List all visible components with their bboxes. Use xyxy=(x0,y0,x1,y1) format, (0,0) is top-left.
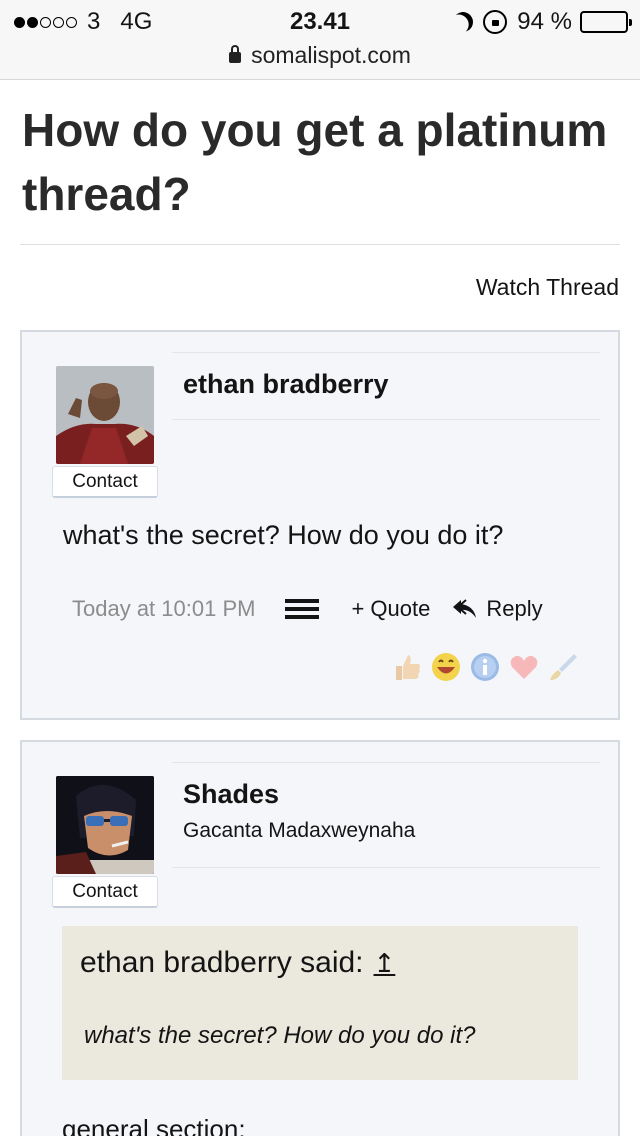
padlock-icon xyxy=(229,45,242,63)
reply-button[interactable]: Reply xyxy=(452,596,543,622)
title-divider xyxy=(20,244,620,245)
address-bar[interactable]: somalispot.com xyxy=(0,42,640,69)
contact-button[interactable]: Contact xyxy=(52,876,158,908)
quote-text: what's the secret? How do you do it? xyxy=(84,1022,476,1049)
post-author[interactable]: Shades xyxy=(183,779,279,810)
browser-top-bar: 3 4G 23.41 94 % somalispot.com xyxy=(0,0,640,80)
quote-author: ethan bradberry said: xyxy=(80,946,364,979)
post: Contact ethan bradberry what's the secre… xyxy=(20,330,620,720)
jump-to-quote-icon[interactable]: ↥ xyxy=(374,948,396,979)
thread-title: How do you get a platinum thread? xyxy=(22,104,608,220)
quote-block: ethan bradberry said: ↥ what's the secre… xyxy=(62,926,578,1080)
post: Contact Shades Gacanta Madaxweynaha etha… xyxy=(20,740,620,1136)
do-not-disturb-icon xyxy=(450,8,477,35)
quote-attribution: ethan bradberry said: ↥ xyxy=(80,946,395,980)
battery-icon xyxy=(580,11,632,33)
reply-label: Reply xyxy=(486,596,543,621)
user-title: Gacanta Madaxweynaha xyxy=(183,819,416,842)
quote-button[interactable]: + Quote xyxy=(351,596,430,622)
watch-thread-link[interactable]: Watch Thread xyxy=(476,274,619,301)
battery-percent: 94 % xyxy=(517,8,572,35)
post-meta: Today at 10:01 PM + Quote Reply xyxy=(72,594,612,624)
contact-button[interactable]: Contact xyxy=(52,466,158,498)
brush-icon[interactable] xyxy=(548,652,578,682)
avatar[interactable] xyxy=(56,366,154,464)
status-bar-right: 94 % xyxy=(450,8,632,36)
menu-icon[interactable] xyxy=(285,599,320,619)
reaction-bar xyxy=(383,652,578,682)
author-info: ethan bradberry xyxy=(172,352,600,420)
informative-icon[interactable] xyxy=(470,652,500,682)
rotation-lock-icon xyxy=(483,10,508,34)
like-icon[interactable] xyxy=(392,652,422,682)
avatar[interactable] xyxy=(56,776,154,874)
post-message: general section; xyxy=(62,1114,246,1136)
love-icon[interactable] xyxy=(509,652,539,682)
post-message: what's the secret? How do you do it? xyxy=(63,520,504,550)
author-info: Shades Gacanta Madaxweynaha xyxy=(172,762,600,868)
reply-icon xyxy=(453,599,477,618)
post-author[interactable]: ethan bradberry xyxy=(183,369,389,400)
funny-icon[interactable] xyxy=(431,652,461,682)
url-text: somalispot.com xyxy=(251,42,411,68)
post-date[interactable]: Today at 10:01 PM xyxy=(72,596,255,622)
